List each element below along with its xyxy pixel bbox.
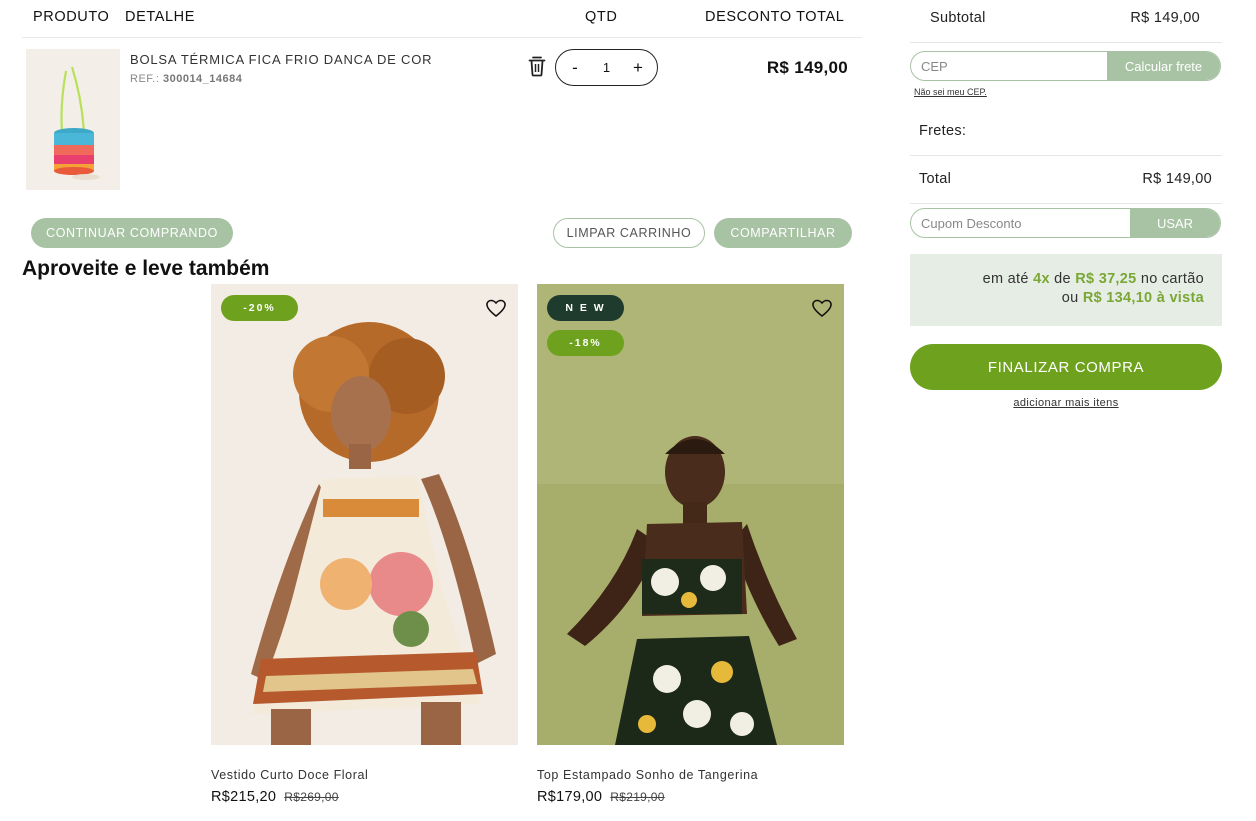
column-header-qty: QTD (585, 9, 618, 25)
cep-help-link[interactable]: Não sei meu CEP. (914, 87, 987, 97)
apply-coupon-button[interactable]: USAR (1130, 209, 1220, 237)
cash-price-line: ou R$ 134,10 à vista (1062, 290, 1204, 306)
divider (910, 203, 1222, 204)
column-header-detail: DETALHE (125, 9, 196, 25)
product-thumbnail[interactable] (26, 49, 120, 190)
cart-item-ref-code: 300014_14684 (162, 73, 243, 85)
shipping-label: Fretes: (919, 123, 967, 139)
installments-suffix: no cartão (1140, 271, 1204, 287)
calculate-shipping-button[interactable]: Calcular frete (1107, 52, 1220, 80)
column-header-total: DESCONTO TOTAL (705, 9, 845, 25)
cart-item-name[interactable]: BOLSA TÉRMICA FICA FRIO DANCA DE COR (130, 52, 432, 67)
decrement-button[interactable]: - (566, 59, 584, 76)
quantity-value[interactable]: 1 (603, 60, 610, 75)
current-price: R$215,20 (211, 789, 277, 805)
checkout-button[interactable]: FINALIZAR COMPRA (910, 344, 1222, 390)
upsell-title: Aproveite e leve também (22, 257, 270, 280)
product-card-price: R$179,00 R$219,00 (537, 789, 665, 805)
cep-input[interactable] (911, 52, 1107, 80)
new-badge: N E W (547, 295, 624, 321)
coupon-form: USAR (910, 208, 1221, 238)
total-value: R$ 149,00 (1142, 171, 1212, 187)
installments-prefix: em até (982, 271, 1029, 287)
old-price: R$219,00 (610, 790, 665, 804)
subtotal-value: R$ 149,00 (1130, 10, 1200, 26)
add-more-items-link[interactable]: adicionar mais itens (910, 397, 1222, 409)
cep-form: Calcular frete (910, 51, 1221, 81)
product-card-price: R$215,20 R$269,00 (211, 789, 339, 805)
increment-button[interactable]: + (629, 59, 647, 76)
share-button[interactable]: COMPARTILHAR (714, 218, 852, 248)
product-card-name[interactable]: Vestido Curto Doce Floral (211, 768, 368, 782)
product-card-name[interactable]: Top Estampado Sonho de Tangerina (537, 768, 758, 782)
discount-badge: -18% (547, 330, 624, 356)
cart-item-ref-label: REF.: (130, 73, 160, 85)
cart-item-ref: REF.: 300014_14684 (130, 73, 242, 85)
column-header-product: PRODUTO (33, 9, 110, 25)
divider (910, 155, 1222, 156)
cash-price: R$ 134,10 à vista (1082, 290, 1204, 306)
total-label: Total (919, 171, 952, 187)
discount-badge: -20% (221, 295, 298, 321)
divider (910, 42, 1222, 43)
trash-icon[interactable] (527, 55, 547, 77)
clear-cart-button[interactable]: LIMPAR CARRINHO (553, 218, 705, 248)
continue-shopping-button[interactable]: CONTINUAR COMPRANDO (31, 218, 233, 248)
header-divider (22, 37, 862, 38)
installments-count: 4x (1033, 271, 1050, 287)
heart-icon[interactable] (811, 298, 833, 318)
installments-amount: R$ 37,25 (1075, 271, 1137, 287)
heart-icon[interactable] (485, 298, 507, 318)
coupon-input[interactable] (911, 209, 1130, 237)
installments-line: em até 4x de R$ 37,25 no cartão (983, 271, 1204, 287)
installments-of: de (1054, 271, 1071, 287)
installments-box: em até 4x de R$ 37,25 no cartão ou R$ 13… (910, 254, 1222, 326)
cart-item-price: R$ 149,00 (766, 58, 848, 77)
old-price: R$269,00 (284, 790, 339, 804)
cash-or: ou (1061, 290, 1079, 306)
subtotal-label: Subtotal (930, 10, 986, 26)
quantity-stepper[interactable]: - 1 + (555, 49, 658, 86)
product-card-image[interactable] (211, 284, 518, 745)
current-price: R$179,00 (537, 789, 603, 805)
